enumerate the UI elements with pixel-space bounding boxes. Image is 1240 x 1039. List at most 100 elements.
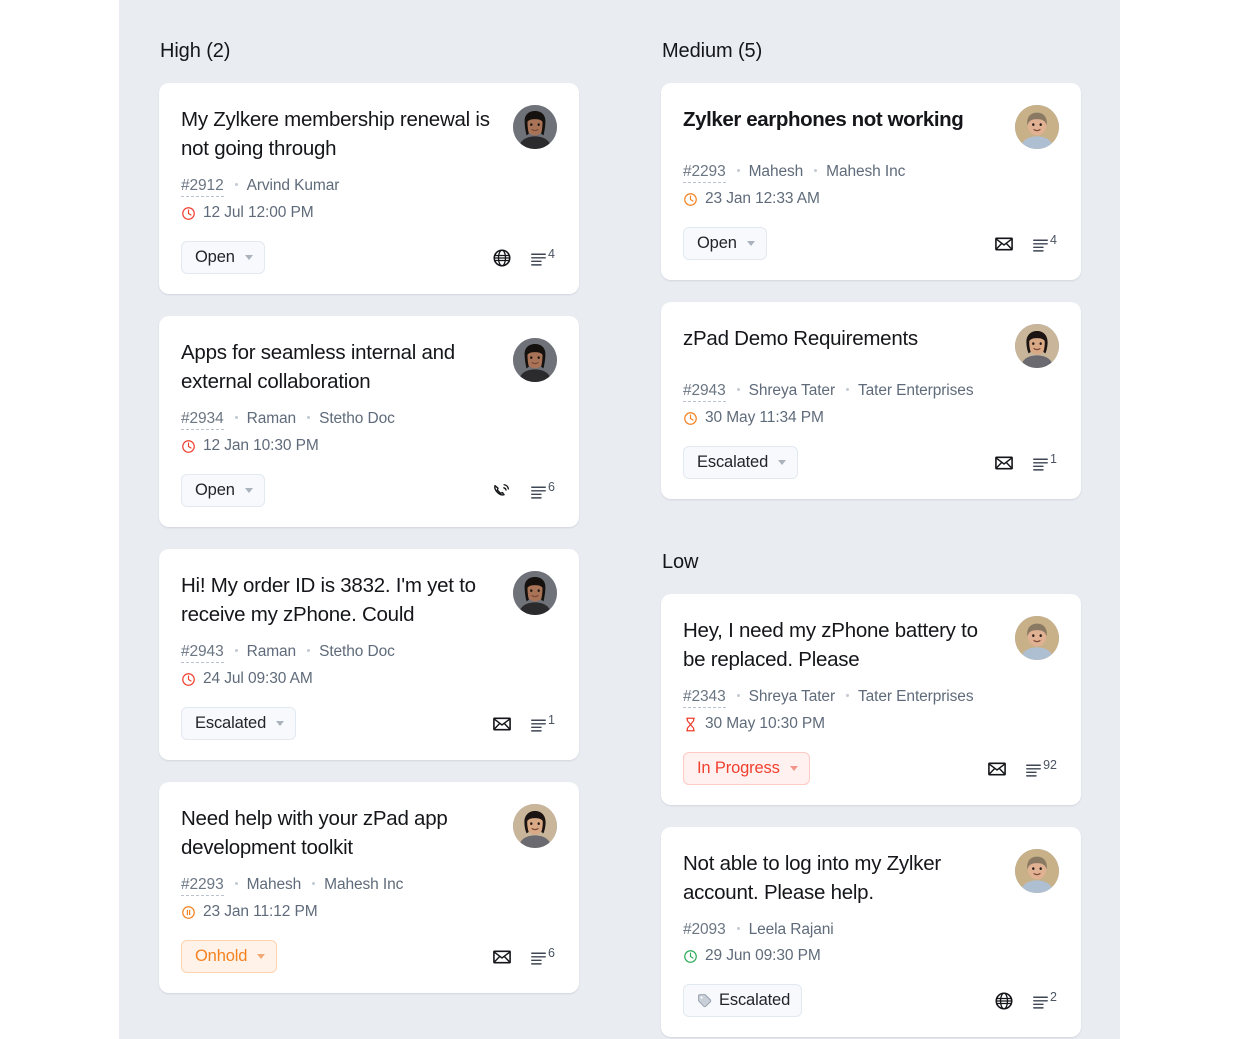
thread-count-indicator[interactable]: 6 (530, 947, 555, 966)
separator-dot (235, 882, 238, 885)
email-icon[interactable] (492, 714, 512, 734)
avatar[interactable] (1015, 849, 1059, 893)
thread-lines-icon (1032, 234, 1049, 253)
ticket-subject[interactable]: Need help with your zPad app development… (181, 804, 499, 862)
status-badge[interactable]: Open (181, 474, 265, 507)
thread-count-indicator[interactable]: 6 (530, 481, 555, 500)
chevron-down-icon[interactable] (245, 488, 253, 493)
ticket-id[interactable]: #2943 (181, 643, 224, 663)
status-badge[interactable]: Escalated (181, 707, 296, 740)
globe-icon[interactable] (492, 248, 512, 268)
thread-count-indicator[interactable]: 92 (1025, 759, 1057, 778)
ticket-id[interactable]: #2912 (181, 177, 224, 197)
ticket-card[interactable]: Hi! My order ID is 3832. I'm yet to rece… (159, 549, 579, 760)
status-badge[interactable]: Open (683, 227, 767, 260)
phone-icon[interactable] (492, 481, 512, 501)
ticket-card[interactable]: Zylker earphones not working #2293 Mahesh M… (661, 83, 1081, 280)
ticket-subject[interactable]: Hi! My order ID is 3832. I'm yet to rece… (181, 571, 499, 629)
ticket-meta: #2943 Raman Stetho Doc (181, 643, 557, 663)
account-name[interactable]: Tater Enterprises (858, 688, 973, 706)
contact-name[interactable]: Mahesh (749, 163, 804, 181)
ticket-card[interactable]: zPad Demo Requirements #2943 Shreya Tater T… (661, 302, 1081, 499)
thread-lines-icon (1025, 759, 1042, 778)
avatar[interactable] (1015, 105, 1059, 149)
avatar[interactable] (1015, 324, 1059, 368)
status-label: Open (195, 248, 235, 267)
ticket-card[interactable]: Not able to log into my Zylker account. … (661, 827, 1081, 1037)
chevron-down-icon[interactable] (747, 241, 755, 246)
account-name[interactable]: Stetho Doc (319, 643, 395, 661)
ticket-subject[interactable]: zPad Demo Requirements (683, 324, 918, 353)
avatar[interactable] (513, 105, 557, 149)
due-time-text: 30 May 11:34 PM (705, 409, 824, 427)
due-time-text: 30 May 10:30 PM (705, 715, 825, 733)
status-badge[interactable]: Escalated (683, 984, 802, 1017)
ticket-card[interactable]: Apps for seamless internal and external … (159, 316, 579, 527)
account-name[interactable]: Tater Enterprises (858, 382, 973, 400)
card-footer: Onhold 6 (181, 940, 557, 973)
contact-name[interactable]: Raman (247, 410, 296, 428)
status-badge[interactable]: Escalated (683, 446, 798, 479)
thread-count: 1 (548, 714, 555, 727)
avatar[interactable] (513, 338, 557, 382)
ticket-subject[interactable]: Not able to log into my Zylker account. … (683, 849, 1001, 907)
avatar[interactable] (513, 571, 557, 615)
card-header: Apps for seamless internal and external … (181, 338, 557, 396)
ticket-id[interactable]: #2943 (683, 382, 726, 402)
ticket-subject[interactable]: Hey, I need my zPhone battery to be repl… (683, 616, 1001, 674)
account-name[interactable]: Mahesh Inc (826, 163, 905, 181)
thread-count: 2 (1050, 991, 1057, 1004)
account-name[interactable]: Mahesh Inc (324, 876, 403, 894)
ticket-id[interactable]: #2093 (683, 921, 726, 940)
ticket-card[interactable]: My Zylkere membership renewal is not goi… (159, 83, 579, 294)
contact-name[interactable]: Raman (247, 643, 296, 661)
contact-name[interactable]: Leela Rajani (749, 921, 834, 939)
separator-dot (312, 882, 315, 885)
chevron-down-icon[interactable] (257, 954, 265, 959)
email-icon[interactable] (987, 759, 1007, 779)
thread-count-indicator[interactable]: 4 (530, 248, 555, 267)
ticket-subject[interactable]: Apps for seamless internal and external … (181, 338, 499, 396)
thread-count-indicator[interactable]: 4 (1032, 234, 1057, 253)
contact-name[interactable]: Mahesh (247, 876, 302, 894)
due-time-row: 29 Jun 09:30 PM (683, 947, 1059, 965)
status-label: Escalated (697, 453, 768, 472)
card-footer: Open 6 (181, 474, 557, 507)
clock-icon (181, 439, 196, 454)
thread-count-indicator[interactable]: 2 (1032, 991, 1057, 1010)
chevron-down-icon[interactable] (245, 255, 253, 260)
due-time-row: 12 Jan 10:30 PM (181, 437, 557, 455)
status-badge[interactable]: In Progress (683, 752, 810, 785)
globe-icon[interactable] (994, 991, 1014, 1011)
ticket-id[interactable]: #2293 (683, 163, 726, 183)
ticket-subject[interactable]: Zylker earphones not working (683, 105, 963, 134)
contact-name[interactable]: Arvind Kumar (247, 177, 340, 195)
ticket-card[interactable]: Hey, I need my zPhone battery to be repl… (661, 594, 1081, 805)
contact-name[interactable]: Shreya Tater (749, 382, 835, 400)
chevron-down-icon[interactable] (276, 721, 284, 726)
due-time-row: 30 May 10:30 PM (683, 715, 1059, 733)
thread-count-indicator[interactable]: 1 (530, 714, 555, 733)
medium-low-column: Medium (5)Zylker earphones not working#2… (661, 40, 1081, 1039)
ticket-id[interactable]: #2934 (181, 410, 224, 430)
separator-dot (235, 649, 238, 652)
separator-dot (846, 694, 849, 697)
hourglass-icon (683, 717, 698, 732)
status-badge[interactable]: Open (181, 241, 265, 274)
ticket-card[interactable]: Need help with your zPad app development… (159, 782, 579, 993)
email-icon[interactable] (994, 453, 1014, 473)
account-name[interactable]: Stetho Doc (319, 410, 395, 428)
email-icon[interactable] (994, 234, 1014, 254)
contact-name[interactable]: Shreya Tater (749, 688, 835, 706)
ticket-id[interactable]: #2293 (181, 876, 224, 896)
ticket-id[interactable]: #2343 (683, 688, 726, 708)
card-header: Zylker earphones not working (683, 105, 1059, 149)
status-badge[interactable]: Onhold (181, 940, 277, 973)
chevron-down-icon[interactable] (778, 460, 786, 465)
avatar[interactable] (1015, 616, 1059, 660)
thread-count-indicator[interactable]: 1 (1032, 453, 1057, 472)
ticket-subject[interactable]: My Zylkere membership renewal is not goi… (181, 105, 499, 163)
email-icon[interactable] (492, 947, 512, 967)
chevron-down-icon[interactable] (790, 766, 798, 771)
avatar[interactable] (513, 804, 557, 848)
